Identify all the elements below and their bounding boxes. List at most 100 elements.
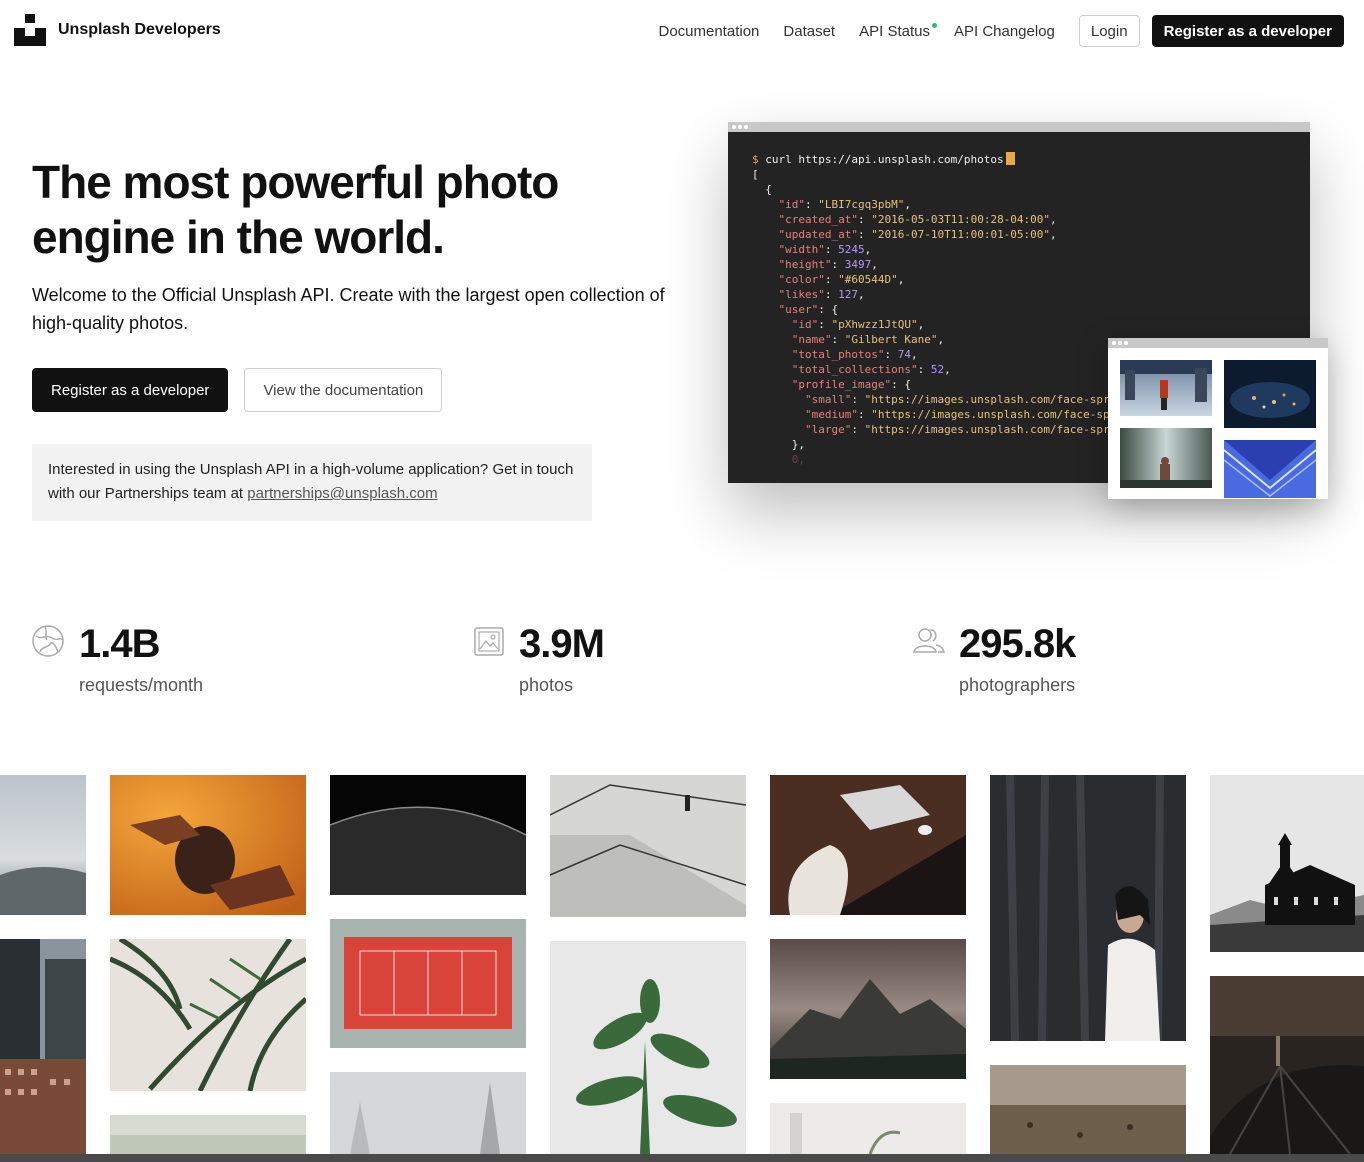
nav-api-status-label: API Status bbox=[859, 22, 930, 40]
photo-foggy-hills[interactable] bbox=[0, 775, 86, 915]
code-key: "total_collections" bbox=[791, 363, 918, 376]
curl-command: curl https://api.unsplash.com/photos bbox=[765, 153, 1004, 166]
code-key: "likes" bbox=[778, 288, 825, 301]
hero-subtitle: Welcome to the Official Unsplash API. Cr… bbox=[32, 285, 665, 333]
photo-mountain-clouds[interactable] bbox=[770, 939, 966, 1079]
code-key: "color" bbox=[778, 273, 825, 286]
unsplash-logo-icon[interactable] bbox=[14, 14, 46, 46]
code-value: "Gilbert Kane" bbox=[844, 333, 938, 346]
code-text: }, bbox=[752, 438, 805, 451]
code-key: "user" bbox=[778, 303, 819, 316]
code-key: "profile_image" bbox=[791, 378, 892, 391]
code-line: "height": 3497, bbox=[778, 258, 878, 271]
code-key: "name" bbox=[791, 333, 832, 346]
preview-titlebar bbox=[1108, 338, 1328, 348]
code-line: "total_photos": 74, bbox=[791, 348, 918, 361]
code-text: [ bbox=[752, 168, 759, 181]
photo-foggy-forest[interactable] bbox=[330, 1072, 526, 1154]
photo-black-church[interactable] bbox=[1210, 775, 1364, 952]
globe-icon bbox=[32, 625, 64, 657]
code-value: 127 bbox=[838, 288, 858, 301]
code-line: [ bbox=[752, 168, 759, 181]
code-key: "id" bbox=[778, 198, 806, 211]
stat-label: photos bbox=[519, 675, 574, 695]
preview-photo-waterfall bbox=[1120, 428, 1212, 488]
code-line: { bbox=[752, 183, 772, 196]
code-value: "2016-07-10T11:00:01-05:00" bbox=[871, 228, 1051, 241]
code-key: "id" bbox=[791, 318, 819, 331]
photo-umbrella[interactable] bbox=[1210, 976, 1364, 1154]
stat-value: 1.4B bbox=[79, 622, 160, 666]
photo-green-pale[interactable] bbox=[110, 1115, 306, 1154]
code-value: 74 bbox=[897, 348, 911, 361]
code-value: "pXhwzz1JtQU" bbox=[831, 318, 918, 331]
photo-stairs[interactable] bbox=[550, 775, 746, 917]
code-key: "medium" bbox=[804, 408, 858, 421]
code-key: "height" bbox=[778, 258, 832, 271]
code-line: }, bbox=[752, 438, 805, 451]
partnership-notice: Interested in using the Unsplash API in … bbox=[32, 444, 592, 521]
code-key: "total_photos" bbox=[791, 348, 885, 361]
code-line: "user": { bbox=[778, 303, 839, 316]
photo-white-room[interactable] bbox=[770, 1103, 966, 1154]
photo-hands-portrait[interactable] bbox=[110, 775, 306, 915]
hero-actions: Register as a developer View the documen… bbox=[32, 368, 443, 412]
code-line: "likes": 127, bbox=[778, 288, 865, 301]
photo-red-court[interactable] bbox=[330, 919, 526, 1048]
photo-curtain-woman[interactable] bbox=[990, 775, 1186, 1041]
register-button-header[interactable]: Register as a developer bbox=[1151, 15, 1344, 47]
cursor-icon bbox=[1005, 152, 1015, 165]
code-key: "width" bbox=[778, 243, 825, 256]
code-line: "id": "pXhwzz1JtQU", bbox=[791, 318, 925, 331]
site-header: Unsplash Developers Documentation Datase… bbox=[0, 0, 1364, 62]
code-line: "name": "Gilbert Kane", bbox=[791, 333, 945, 346]
nav-api-changelog[interactable]: API Changelog bbox=[954, 23, 1055, 40]
code-value: "2016-05-03T11:00:28-04:00" bbox=[871, 213, 1051, 226]
code-line: "updated_at": "2016-07-10T11:00:01-05:00… bbox=[778, 228, 1057, 241]
bottom-dock-strip bbox=[0, 1154, 1364, 1162]
code-line: "id": "LBI7cgq3pbM", bbox=[778, 198, 911, 211]
code-text: { bbox=[752, 183, 772, 196]
brand-name[interactable]: Unsplash Developers bbox=[58, 21, 221, 39]
code-value: { bbox=[904, 378, 911, 391]
code-value: 52 bbox=[930, 363, 945, 376]
photo-misty-field[interactable] bbox=[990, 1065, 1186, 1154]
hero-title: The most powerful photo engine in the wo… bbox=[32, 156, 559, 263]
photo-dark-planet[interactable] bbox=[330, 775, 526, 895]
nav-documentation[interactable]: Documentation bbox=[658, 23, 759, 40]
code-key: "updated_at" bbox=[778, 228, 858, 241]
code-line: "width": 5245, bbox=[778, 243, 872, 256]
view-docs-button[interactable]: View the documentation bbox=[244, 368, 443, 412]
stat-value: 3.9M bbox=[519, 622, 605, 666]
code-line: "color": "#60544D", bbox=[778, 273, 905, 286]
code-value: "#60544D" bbox=[838, 273, 898, 286]
photo-city-towers[interactable] bbox=[0, 939, 86, 1154]
code-key: "small" bbox=[804, 393, 852, 406]
stat-label: photographers bbox=[959, 675, 1076, 695]
login-button[interactable]: Login bbox=[1078, 15, 1140, 47]
partnership-email-link[interactable]: partnerships@unsplash.com bbox=[247, 485, 437, 502]
prompt-symbol: $ bbox=[752, 153, 759, 166]
preview-photo-city-night bbox=[1224, 360, 1316, 428]
people-icon bbox=[913, 628, 945, 653]
code-value: { bbox=[831, 303, 839, 316]
photo-laptop-desk[interactable] bbox=[770, 775, 966, 915]
photo-preview-window bbox=[1108, 338, 1328, 499]
nav-api-status[interactable]: API Status bbox=[859, 22, 937, 40]
code-line: 0, bbox=[752, 453, 805, 466]
stat-value: 295.8k bbox=[959, 622, 1076, 666]
code-key: "large" bbox=[804, 423, 852, 436]
stat-label: requests/month bbox=[79, 675, 204, 695]
status-dot-icon bbox=[931, 22, 937, 28]
nav-dataset[interactable]: Dataset bbox=[783, 23, 835, 40]
image-icon bbox=[474, 627, 504, 656]
code-value: 5245 bbox=[838, 243, 865, 256]
code-line: "created_at": "2016-05-03T11:00:28-04:00… bbox=[778, 213, 1057, 226]
code-value: 3497 bbox=[844, 258, 872, 271]
register-button[interactable]: Register as a developer bbox=[32, 368, 229, 412]
photo-plant[interactable] bbox=[550, 941, 746, 1154]
code-line: "total_collections": 52, bbox=[791, 363, 951, 376]
preview-photo-blue-architecture bbox=[1224, 440, 1316, 498]
photo-palm-leaves[interactable] bbox=[110, 939, 306, 1091]
code-key: "created_at" bbox=[778, 213, 858, 226]
